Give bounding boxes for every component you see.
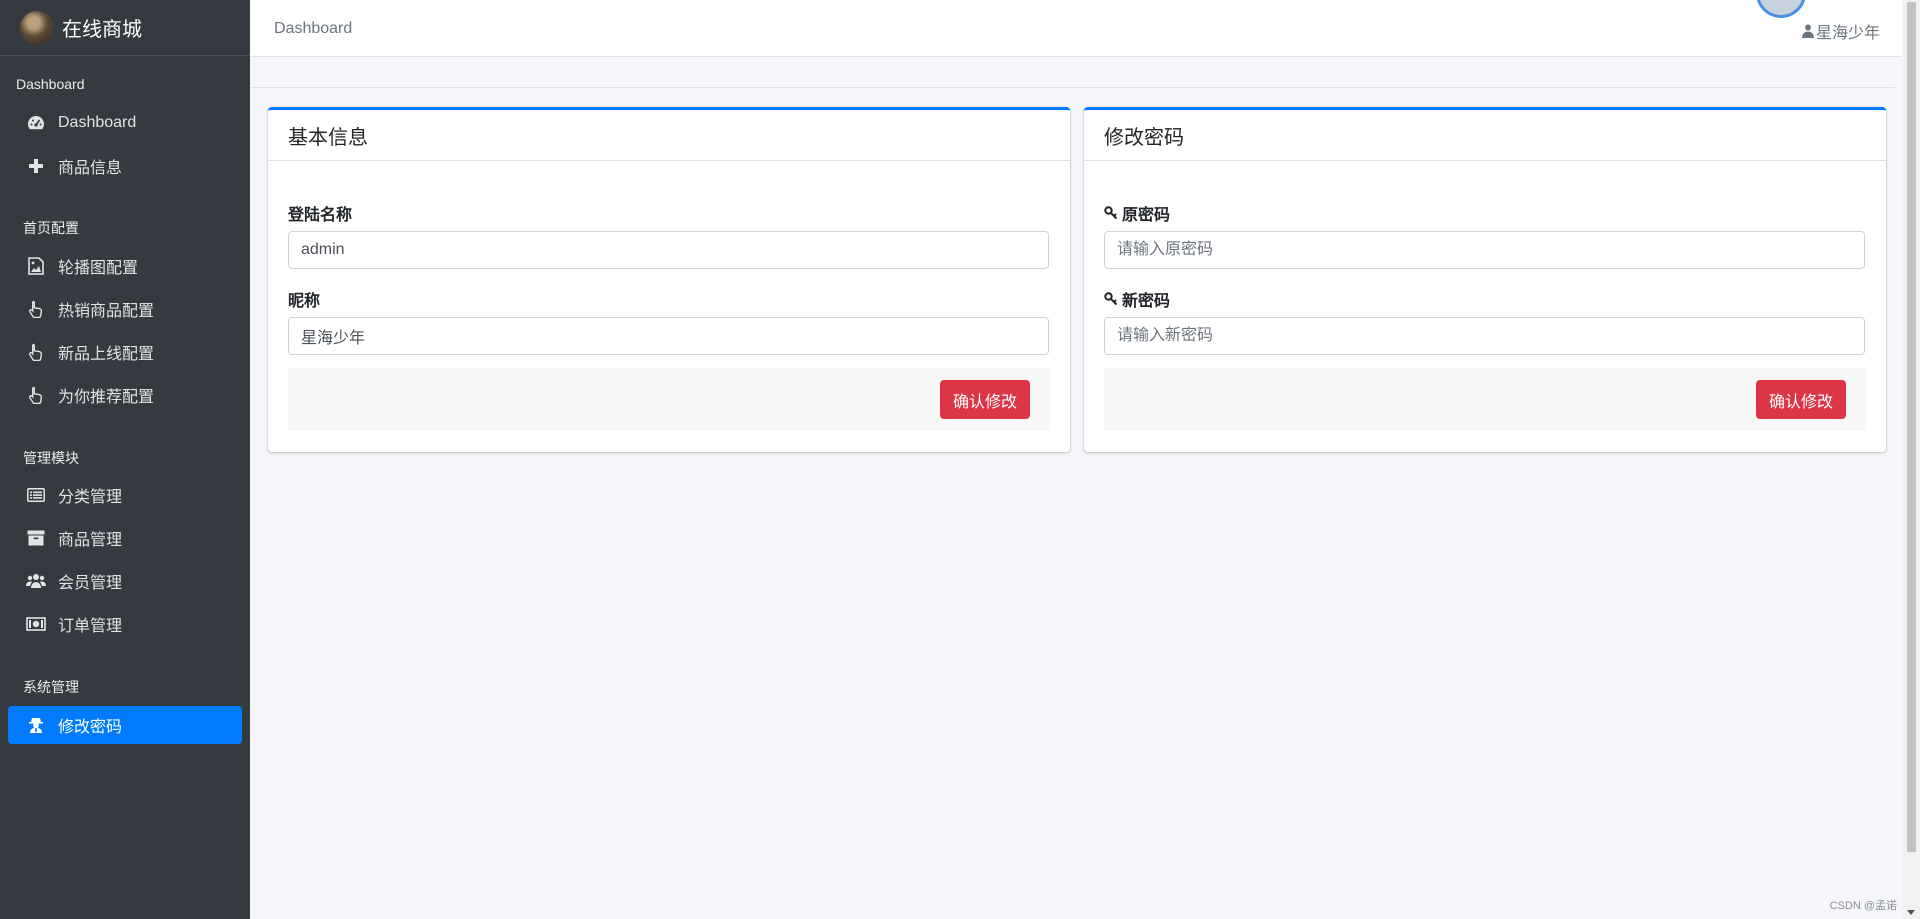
scrollbar-thumb[interactable]	[1907, 2, 1916, 852]
sidebar-item-label: 新品上线配置	[58, 346, 155, 363]
old-password-input[interactable]	[1104, 231, 1865, 269]
brand-link[interactable]: 在线商城	[0, 0, 250, 56]
card-title: 修改密码	[1084, 110, 1886, 161]
sidebar-item-label: 修改密码	[58, 719, 123, 736]
sidebar-item-label: 会员管理	[58, 575, 123, 592]
users-icon	[26, 571, 46, 591]
scroll-down-arrow-icon[interactable]	[1907, 910, 1915, 915]
sidebar-item-dashboard[interactable]: Dashboard	[8, 104, 242, 142]
sidebar-item-goods-manage[interactable]: 商品管理	[8, 519, 242, 557]
basic-info-card: 基本信息 登陆名称 昵称 确认修改	[268, 107, 1070, 452]
archive-icon	[26, 528, 46, 548]
login-name-label: 登陆名称	[288, 207, 353, 224]
sidebar-item-goods-info[interactable]: 商品信息	[8, 147, 242, 185]
old-password-label-text: 原密码	[1122, 207, 1171, 224]
sidebar-item-label: 订单管理	[58, 618, 123, 635]
hand-pointer-icon	[26, 342, 46, 362]
image-icon	[26, 256, 46, 276]
list-icon	[26, 485, 46, 505]
sidebar-item-change-password[interactable]: 修改密码	[8, 706, 242, 744]
page-scrollbar[interactable]	[1903, 0, 1920, 919]
nickname-label: 昵称	[288, 293, 321, 310]
sidebar-item-orders[interactable]: 订单管理	[8, 605, 242, 643]
old-password-label: 原密码	[1104, 201, 1170, 225]
breadcrumb[interactable]: Dashboard	[274, 20, 352, 38]
confirm-basic-info-button[interactable]: 确认修改	[940, 380, 1030, 419]
sidebar-section-system: 系统管理	[23, 679, 79, 695]
tachometer-icon	[26, 113, 46, 133]
key-icon	[1104, 292, 1118, 306]
user-icon	[1801, 24, 1814, 38]
sidebar: 在线商城 Dashboard Dashboard 商品信息 首页配置 轮播图配置…	[0, 0, 250, 919]
key-icon	[1104, 206, 1118, 220]
sidebar-item-label: Dashboard	[58, 114, 137, 131]
card-footer: 确认修改	[1104, 368, 1866, 431]
new-password-label: 新密码	[1104, 287, 1170, 311]
sidebar-item-carousel[interactable]: 轮播图配置	[8, 247, 242, 285]
confirm-password-button[interactable]: 确认修改	[1756, 380, 1846, 419]
top-navbar: Dashboard 星海少年	[250, 0, 1902, 57]
sidebar-item-recommend[interactable]: 为你推荐配置	[8, 376, 242, 414]
sidebar-item-hot-goods[interactable]: 热销商品配置	[8, 290, 242, 328]
card-footer: 确认修改	[288, 368, 1050, 431]
brand-title: 在线商城	[62, 19, 142, 41]
change-password-card: 修改密码 原密码 新密码 确认修改	[1084, 107, 1886, 452]
sidebar-item-category[interactable]: 分类管理	[8, 476, 242, 514]
sidebar-item-label: 商品信息	[58, 160, 123, 177]
sidebar-item-label: 分类管理	[58, 489, 123, 506]
sidebar-section-manage: 管理模块	[23, 450, 79, 466]
user-name-text: 星海少年	[1815, 25, 1880, 42]
card-title: 基本信息	[268, 110, 1070, 161]
sidebar-item-label: 轮播图配置	[58, 260, 139, 277]
sidebar-item-label: 为你推荐配置	[58, 389, 155, 406]
sidebar-item-members[interactable]: 会员管理	[8, 562, 242, 600]
content-header-divider	[250, 87, 1895, 88]
plus-icon	[26, 156, 46, 176]
money-icon	[26, 614, 46, 634]
hand-pointer-icon	[26, 385, 46, 405]
user-secret-icon	[26, 715, 46, 735]
watermark: CSDN @孟诺	[1829, 900, 1897, 912]
new-password-label-text: 新密码	[1122, 293, 1171, 310]
user-menu[interactable]: 星海少年	[1801, 19, 1880, 43]
sidebar-section-dashboard: Dashboard	[16, 76, 85, 92]
user-avatar[interactable]	[1756, 0, 1806, 18]
sidebar-item-label: 商品管理	[58, 532, 123, 549]
sidebar-item-new-goods[interactable]: 新品上线配置	[8, 333, 242, 371]
sidebar-item-label: 热销商品配置	[58, 303, 155, 320]
nickname-input[interactable]	[288, 317, 1049, 355]
hand-pointer-icon	[26, 299, 46, 319]
brand-logo	[20, 10, 54, 45]
login-name-input[interactable]	[288, 231, 1049, 269]
new-password-input[interactable]	[1104, 317, 1865, 355]
sidebar-section-home: 首页配置	[23, 220, 79, 236]
